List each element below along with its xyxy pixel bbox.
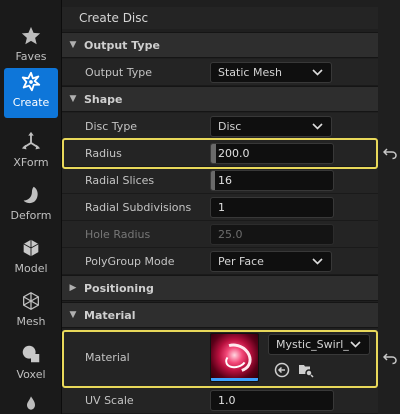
output-type-value: Static Mesh xyxy=(218,66,282,79)
reset-to-default-icon[interactable] xyxy=(382,146,397,164)
row-radial-slices: Radial Slices 16 xyxy=(62,167,378,194)
radial-slices-label: Radial Slices xyxy=(85,174,155,187)
tool-model-label: Model xyxy=(14,262,48,275)
tool-more[interactable] xyxy=(4,392,58,414)
tool-deform-label: Deform xyxy=(10,209,52,222)
transform-icon xyxy=(21,131,41,150)
output-type-label: Output Type xyxy=(85,66,152,79)
radial-subdivisions-input[interactable]: 1 xyxy=(210,197,334,218)
uv-scale-input[interactable]: 1.0 xyxy=(210,390,334,411)
tool-deform[interactable]: Deform xyxy=(4,181,58,229)
tool-voxel[interactable]: Voxel xyxy=(4,340,58,388)
radial-subdivisions-value: 1 xyxy=(218,201,225,214)
row-polygroup-mode: PolyGroup Mode Per Face xyxy=(62,248,378,275)
collapse-arrow-icon: ▼ xyxy=(69,40,77,50)
output-type-dropdown[interactable]: Static Mesh xyxy=(210,62,332,83)
flame-icon xyxy=(27,396,35,410)
section-shape-label: Shape xyxy=(84,92,123,106)
hole-radius-label: Hole Radius xyxy=(85,228,151,241)
section-output-type-label: Output Type xyxy=(84,38,160,52)
tool-mesh-label: Mesh xyxy=(16,315,46,328)
uv-scale-value: 1.0 xyxy=(218,394,236,407)
tool-create[interactable]: Create xyxy=(4,68,58,118)
deform-icon xyxy=(23,186,38,204)
collapse-arrow-icon: ▼ xyxy=(69,310,77,320)
tool-create-label: Create xyxy=(12,96,50,109)
polygroup-mode-value: Per Face xyxy=(218,255,264,268)
tool-voxel-label: Voxel xyxy=(16,368,46,381)
radius-highlight-frame xyxy=(62,138,378,169)
mesh-icon xyxy=(23,292,39,310)
create-shape-icon xyxy=(21,71,41,92)
expand-arrow-icon: ▶ xyxy=(69,283,77,293)
disc-type-dropdown[interactable]: Disc xyxy=(210,116,332,137)
polygroup-mode-label: PolyGroup Mode xyxy=(85,255,175,268)
row-radial-subdivisions: Radial Subdivisions 1 xyxy=(62,194,378,221)
radial-slices-value: 16 xyxy=(218,174,232,187)
tool-palette: Faves Create XForm Deform Model Mesh Vox… xyxy=(0,0,62,414)
material-highlight-frame xyxy=(62,330,378,388)
model-icon xyxy=(23,239,39,257)
section-positioning[interactable]: ▶ Positioning xyxy=(62,275,378,301)
uv-scale-label: UV Scale xyxy=(85,394,134,407)
tool-xform-label: XForm xyxy=(13,156,49,169)
radial-slices-input[interactable]: 16 xyxy=(210,170,334,191)
hole-radius-value: 25.0 xyxy=(218,228,243,241)
row-uv-scale: UV Scale 1.0 xyxy=(62,387,378,414)
tool-faves[interactable]: Faves xyxy=(4,22,58,70)
tool-xform[interactable]: XForm xyxy=(4,128,58,176)
tool-mesh[interactable]: Mesh xyxy=(4,287,58,335)
hole-radius-input: 25.0 xyxy=(210,224,334,245)
tool-faves-label: Faves xyxy=(15,50,47,63)
section-output-type[interactable]: ▼ Output Type xyxy=(62,32,378,58)
row-output-type: Output Type Static Mesh xyxy=(62,59,378,86)
section-material[interactable]: ▼ Material xyxy=(62,302,378,328)
disc-type-label: Disc Type xyxy=(85,120,138,133)
disc-type-value: Disc xyxy=(218,120,242,133)
row-disc-type: Disc Type Disc xyxy=(62,113,378,140)
section-shape[interactable]: ▼ Shape xyxy=(62,86,378,112)
reset-to-default-icon[interactable] xyxy=(382,351,397,369)
details-panel: Create Disc ▼ Output Type Output Type St… xyxy=(62,0,400,414)
row-hole-radius: Hole Radius 25.0 xyxy=(62,221,378,248)
slider-fill xyxy=(211,171,215,190)
panel-title: Create Disc xyxy=(62,7,378,29)
section-positioning-label: Positioning xyxy=(84,281,154,295)
radial-subdivisions-label: Radial Subdivisions xyxy=(85,201,192,214)
voxel-icon xyxy=(22,345,40,363)
tool-model[interactable]: Model xyxy=(4,234,58,282)
section-material-label: Material xyxy=(84,308,136,322)
star-icon xyxy=(21,26,41,45)
collapse-arrow-icon: ▼ xyxy=(69,94,77,104)
polygroup-mode-dropdown[interactable]: Per Face xyxy=(210,251,332,272)
